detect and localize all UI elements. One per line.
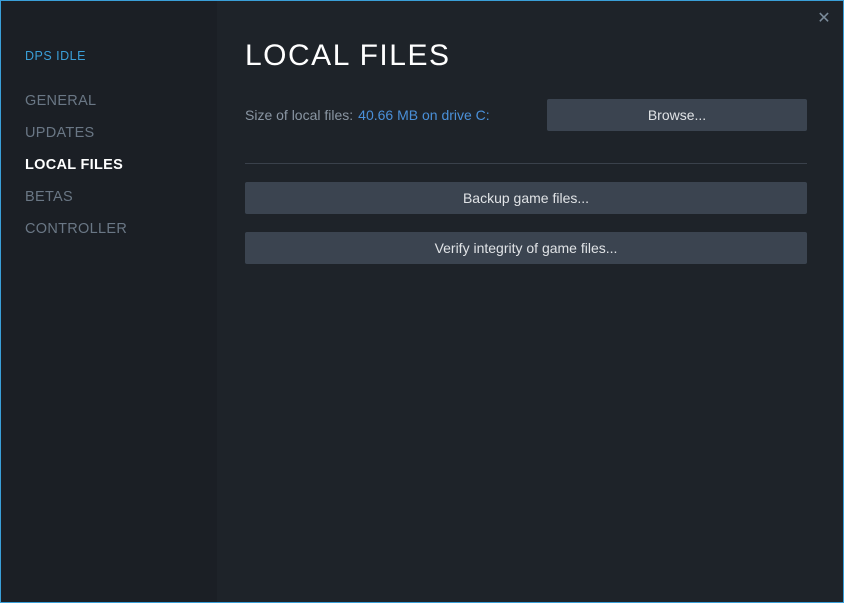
divider <box>245 163 807 164</box>
nav-item-betas[interactable]: BETAS <box>25 189 217 205</box>
backup-button[interactable]: Backup game files... <box>245 182 807 214</box>
size-label: Size of local files: <box>245 107 353 123</box>
nav-item-local-files[interactable]: LOCAL FILES <box>25 157 217 173</box>
sidebar: DPS IDLE GENERAL UPDATES LOCAL FILES BET… <box>1 1 217 602</box>
nav-item-updates[interactable]: UPDATES <box>25 125 217 141</box>
app-name: DPS IDLE <box>25 49 217 63</box>
nav-item-general[interactable]: GENERAL <box>25 93 217 109</box>
size-info: Size of local files: 40.66 MB on drive C… <box>245 107 490 123</box>
nav-item-controller[interactable]: CONTROLLER <box>25 221 217 237</box>
size-row: Size of local files: 40.66 MB on drive C… <box>245 99 807 131</box>
window-container: DPS IDLE GENERAL UPDATES LOCAL FILES BET… <box>1 1 843 602</box>
close-icon[interactable]: ✕ <box>815 9 833 27</box>
page-title: LOCAL FILES <box>245 39 807 73</box>
browse-button[interactable]: Browse... <box>547 99 807 131</box>
size-value: 40.66 MB on drive C: <box>358 107 490 123</box>
content-area: LOCAL FILES Size of local files: 40.66 M… <box>217 1 843 602</box>
verify-button[interactable]: Verify integrity of game files... <box>245 232 807 264</box>
